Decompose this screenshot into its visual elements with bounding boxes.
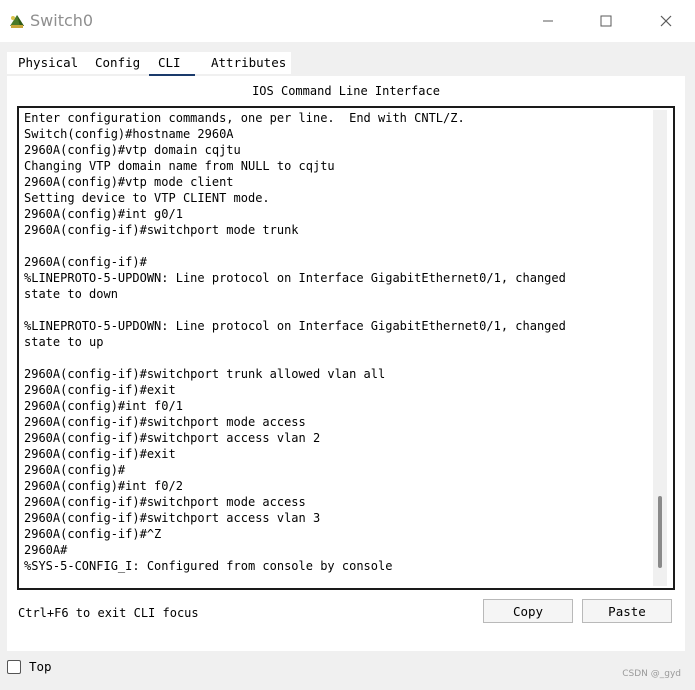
title-bar: Switch0 [0,0,695,42]
close-button[interactable] [637,0,695,42]
cli-panel: IOS Command Line Interface Enter configu… [7,76,685,651]
console-line: 2960A(config)#int f0/2 [24,479,183,493]
focus-hint: Ctrl+F6 to exit CLI focus [18,606,199,620]
tab-attributes[interactable]: Attributes [203,52,291,74]
cli-header: IOS Command Line Interface [252,84,440,98]
console-line: state to up [24,335,104,349]
cli-console[interactable]: Enter configuration commands, one per li… [17,106,675,590]
console-line: 2960A# [24,543,68,557]
paste-button[interactable]: Paste [582,599,672,623]
console-line: 2960A(config-if)#switchport mode access [24,415,306,429]
console-line: Setting device to VTP CLIENT mode. [24,191,270,205]
minimize-button[interactable] [519,0,577,42]
tab-physical[interactable]: Physical [7,52,87,74]
console-line: %LINEPROTO-5-UPDOWN: Line protocol on In… [24,271,566,285]
console-line: 2960A(config)#vtp mode client [24,175,234,189]
console-line: 2960A(config-if)#exit [24,447,176,461]
console-output[interactable]: Enter configuration commands, one per li… [24,110,644,588]
console-line: 2960A(config-if)#switchport trunk allowe… [24,367,386,381]
tab-cli[interactable]: CLI [147,52,203,77]
console-line: 2960A(config)#int g0/1 [24,207,183,221]
console-line: state to down [24,287,118,301]
console-line: %SYS-5-CONFIG_I: Configured from console… [24,559,393,573]
tab-label: CLI [158,55,181,70]
console-line: Changing VTP domain name from NULL to cq… [24,159,335,173]
console-line: 2960A(config-if)# [24,255,147,269]
minimize-icon [542,12,554,31]
console-line: 2960A(config-if)#^Z [24,527,162,541]
tab-bar: Physical Config CLI Attributes [7,52,291,77]
top-label: Top [29,659,52,674]
tab-label: Attributes [211,55,287,70]
console-line: Enter configuration commands, one per li… [24,111,465,125]
console-line: 2960A(config-if)#switchport mode access [24,495,306,509]
watermark: CSDN @_gyd [622,669,681,679]
console-line: 2960A(config-if)#switchport access vlan … [24,431,321,445]
console-line: %LINEPROTO-5-UPDOWN: Line protocol on In… [24,319,566,333]
window-title: Switch0 [30,11,94,30]
console-line: 2960A(config)# [24,463,126,477]
close-icon [660,12,672,31]
console-line: Switch(config)#hostname 2960A [24,127,234,141]
console-line: 2960A(config)#int f0/1 [24,399,183,413]
tab-label: Config [95,55,141,70]
top-checkbox[interactable] [7,659,21,674]
tab-config[interactable]: Config [87,52,147,74]
console-line: 2960A(config-if)#exit [24,383,176,397]
console-line: 2960A(config)#vtp domain cqjtu [24,143,241,157]
switch-device-icon [8,12,26,30]
tab-label: Physical [18,55,79,70]
maximize-icon [600,12,612,31]
maximize-button[interactable] [577,0,635,42]
console-line: 2960A(config-if)#switchport mode trunk [24,223,299,237]
top-option: Top [7,659,52,674]
console-line: 2960A(config-if)#switchport access vlan … [24,511,321,525]
copy-button[interactable]: Copy [483,599,573,623]
scrollbar-thumb[interactable] [658,496,662,568]
